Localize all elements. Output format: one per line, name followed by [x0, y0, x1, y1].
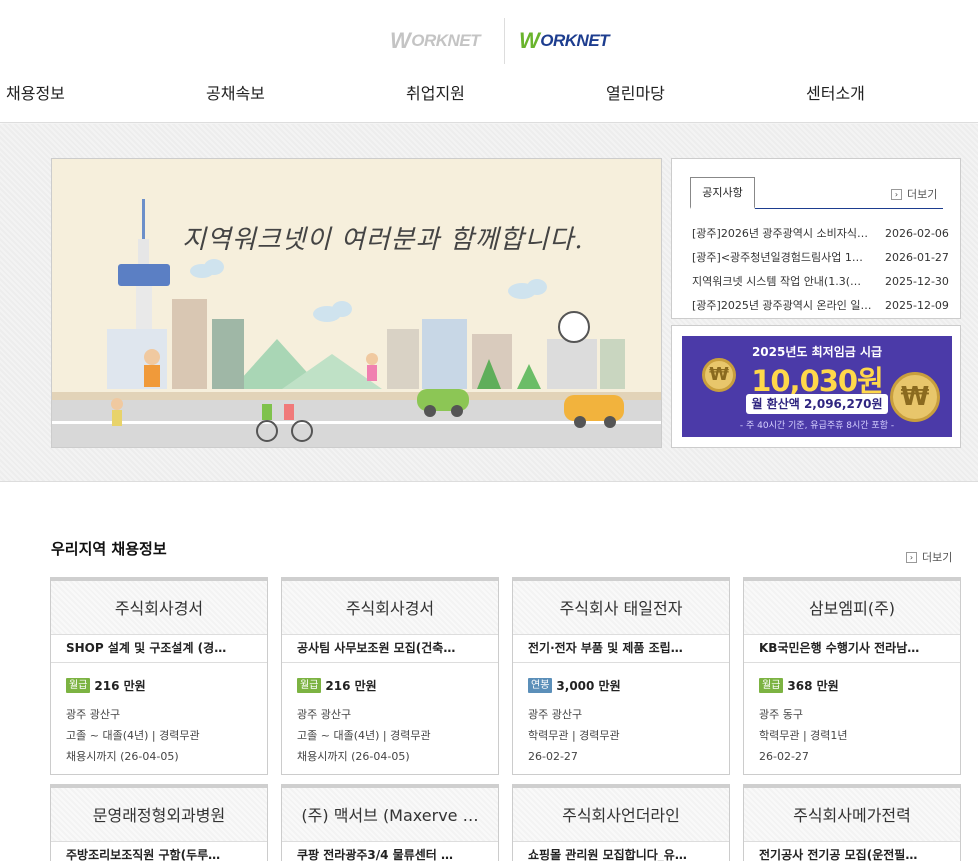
location: 광주 광산구 [297, 708, 352, 721]
location: 광주 광산구 [528, 708, 583, 721]
logo-worknet-grey[interactable]: W ORKNET [390, 28, 490, 54]
salary: 연봉 3,000 만원 [528, 675, 714, 695]
notice-date: 2026-02-06 [885, 227, 949, 240]
job-card[interactable]: 주식회사경서 SHOP 설계 및 구조설계 (경… 월급 216 만원 광주 광… [50, 577, 268, 775]
notice-title: 지역워크넷 시스템 작업 안내(1.3(… [692, 275, 862, 288]
notice-list: [광주]2026년 광주광역시 소비자식… 2026-02-06 [광주]<광주… [692, 222, 949, 318]
job-title: 전기·전자 부품 및 제품 조립… [513, 635, 729, 663]
notice-more-link[interactable]: › 더보기 [891, 186, 937, 202]
company-name: 주식회사메가전력 [744, 788, 960, 842]
salary-type-badge: 월급 [759, 677, 784, 693]
notice-item[interactable]: [광주]2025년 광주광역시 온라인 일… 2025-12-09 [692, 294, 949, 318]
deadline: 26-02-27 [759, 750, 809, 763]
jobs-more-label: 더보기 [922, 551, 953, 564]
banner-box: ₩ ₩ 2025년도 최저임금 시급 10,030원 월 환산액 2,096,2… [671, 325, 961, 448]
nav-item-jobs[interactable]: 채용정보 [6, 80, 65, 104]
salary: 월급 368 만원 [759, 675, 945, 695]
notice-more-label: 더보기 [907, 188, 938, 201]
hero-slogan: 지역워크넷이 여러분과 함께합니다. [182, 225, 584, 255]
card-body: 월급 216 만원 광주 광산구 고졸 ~ 대졸(4년) | 경력무관 채용시까… [51, 663, 267, 767]
banner-note: - 주 40시간 기준, 유급주휴 8시간 포함 - [739, 421, 895, 431]
notice-item[interactable]: 지역워크넷 시스템 작업 안내(1.3(… 2025-12-30 [692, 270, 949, 294]
logo-mark: W [519, 28, 540, 53]
salary-type-badge: 월급 [66, 677, 91, 693]
logo-text: ORKNET [411, 31, 481, 50]
notice-item[interactable]: [광주]2026년 광주광역시 소비자식… 2026-02-06 [692, 222, 949, 246]
salary: 월급 216 만원 [297, 675, 483, 695]
card-body: 월급 368 만원 광주 동구 학력무관 | 경력1년 26-02-27 [744, 663, 960, 767]
jobs-section-title: 우리지역 채용정보 [51, 540, 167, 558]
salary-amount: 216 만원 [325, 678, 377, 693]
deadline: 채용시까지 (26-04-05) [66, 750, 179, 763]
salary-type-badge: 월급 [297, 677, 322, 693]
job-card[interactable]: 주식회사경서 공사팀 사무보조원 모집(건축… 월급 216 만원 광주 광산구… [281, 577, 499, 775]
nav-item-open-forum[interactable]: 열린마당 [606, 80, 665, 104]
notice-title: [광주]<광주청년일경험드림사업 1… [692, 251, 863, 264]
company-name: (주) 맥서브 (Maxerve … [282, 788, 498, 842]
salary-amount: 3,000 만원 [556, 678, 621, 693]
requirements: 학력무관 | 경력1년 [759, 729, 848, 742]
location: 광주 동구 [759, 708, 803, 721]
notice-title: [광주]2025년 광주광역시 온라인 일… [692, 299, 872, 312]
page: W ORKNET W ORKNET 채용정보 공채속보 취업지원 열린마당 센터소개 [0, 0, 978, 861]
salary-amount: 216 만원 [94, 678, 146, 693]
nav-item-center-intro[interactable]: 센터소개 [806, 80, 865, 104]
notice-date: 2026-01-27 [885, 251, 949, 264]
logo-area: W ORKNET W ORKNET [390, 18, 610, 64]
notice-date: 2025-12-30 [885, 275, 949, 288]
job-title: 쿠팡 전라광주3/4 물류센터 … [282, 842, 498, 861]
nav-item-employment-support[interactable]: 취업지원 [406, 80, 465, 104]
requirements: 고졸 ~ 대졸(4년) | 경력무관 [297, 729, 431, 742]
card-body: 월급 216 만원 광주 광산구 고졸 ~ 대졸(4년) | 경력무관 채용시까… [282, 663, 498, 767]
job-title: SHOP 설계 및 구조설계 (경… [51, 635, 267, 663]
deadline: 채용시까지 (26-04-05) [297, 750, 410, 763]
jobs-more-link[interactable]: › 더보기 [906, 549, 952, 565]
job-card[interactable]: 문영래정형외과병원 주방조리보조직원 구함(두루… [50, 784, 268, 861]
job-title: KB국민은행 수행기사 전라남… [744, 635, 960, 663]
deadline: 26-02-27 [528, 750, 578, 763]
salary: 월급 216 만원 [66, 675, 252, 695]
company-name: 주식회사언더라인 [513, 788, 729, 842]
job-title: 공사팀 사무보조원 모집(건축… [282, 635, 498, 663]
company-name: 주식회사 태일전자 [513, 581, 729, 635]
logo-divider [504, 18, 505, 64]
notice-title: [광주]2026년 광주광역시 소비자식… [692, 227, 869, 240]
notice-box: 공지사항 › 더보기 [광주]2026년 광주광역시 소비자식… 2026-02… [671, 158, 961, 319]
header: W ORKNET W ORKNET 채용정보 공채속보 취업지원 열린마당 센터소개 [0, 0, 978, 123]
logo-worknet-color[interactable]: W ORKNET [519, 28, 610, 54]
notice-item[interactable]: [광주]<광주청년일경험드림사업 1… 2026-01-27 [692, 246, 949, 270]
job-card[interactable]: 주식회사메가전력 전기공사 전기공 모집(운전필… [743, 784, 961, 861]
company-name: 주식회사경서 [51, 581, 267, 635]
company-name: 삼보엠피(주) [744, 581, 960, 635]
tab-notice[interactable]: 공지사항 [690, 177, 755, 209]
job-title: 주방조리보조직원 구함(두루… [51, 842, 267, 861]
job-card[interactable]: 주식회사 태일전자 전기·전자 부품 및 제품 조립… 연봉 3,000 만원 … [512, 577, 730, 775]
logo-text: ORKNET [540, 31, 610, 50]
nav-item-recruit-news[interactable]: 공채속보 [206, 80, 265, 104]
notice-date: 2025-12-09 [885, 299, 949, 312]
requirements: 고졸 ~ 대졸(4년) | 경력무관 [66, 729, 200, 742]
salary-amount: 368 만원 [787, 678, 839, 693]
job-title: 전기공사 전기공 모집(운전필… [744, 842, 960, 861]
company-name: 주식회사경서 [282, 581, 498, 635]
job-title: 쇼핑몰 관리원 모집합니다_유… [513, 842, 729, 861]
city-illustration [52, 159, 661, 447]
company-name: 문영래정형외과병원 [51, 788, 267, 842]
card-body: 연봉 3,000 만원 광주 광산구 학력무관 | 경력무관 26-02-27 [513, 663, 729, 767]
banner-monthly: 월 환산액 2,096,270원 [746, 394, 888, 414]
logo-mark: W [390, 28, 411, 53]
location: 광주 광산구 [66, 708, 121, 721]
job-card[interactable]: (주) 맥서브 (Maxerve … 쿠팡 전라광주3/4 물류센터 … [281, 784, 499, 861]
job-card[interactable]: 삼보엠피(주) KB국민은행 수행기사 전라남… 월급 368 만원 광주 동구… [743, 577, 961, 775]
job-card[interactable]: 주식회사언더라인 쇼핑몰 관리원 모집합니다_유… [512, 784, 730, 861]
chevron-right-icon: › [906, 551, 917, 563]
hero-illustration: 지역워크넷이 여러분과 함께합니다. [51, 158, 662, 448]
salary-type-badge: 연봉 [528, 677, 553, 693]
requirements: 학력무관 | 경력무관 [528, 729, 620, 742]
main-nav: 채용정보 공채속보 취업지원 열린마당 센터소개 [0, 80, 978, 106]
min-wage-banner[interactable]: ₩ ₩ 2025년도 최저임금 시급 10,030원 월 환산액 2,096,2… [682, 336, 952, 437]
chevron-right-icon: › [891, 188, 902, 200]
